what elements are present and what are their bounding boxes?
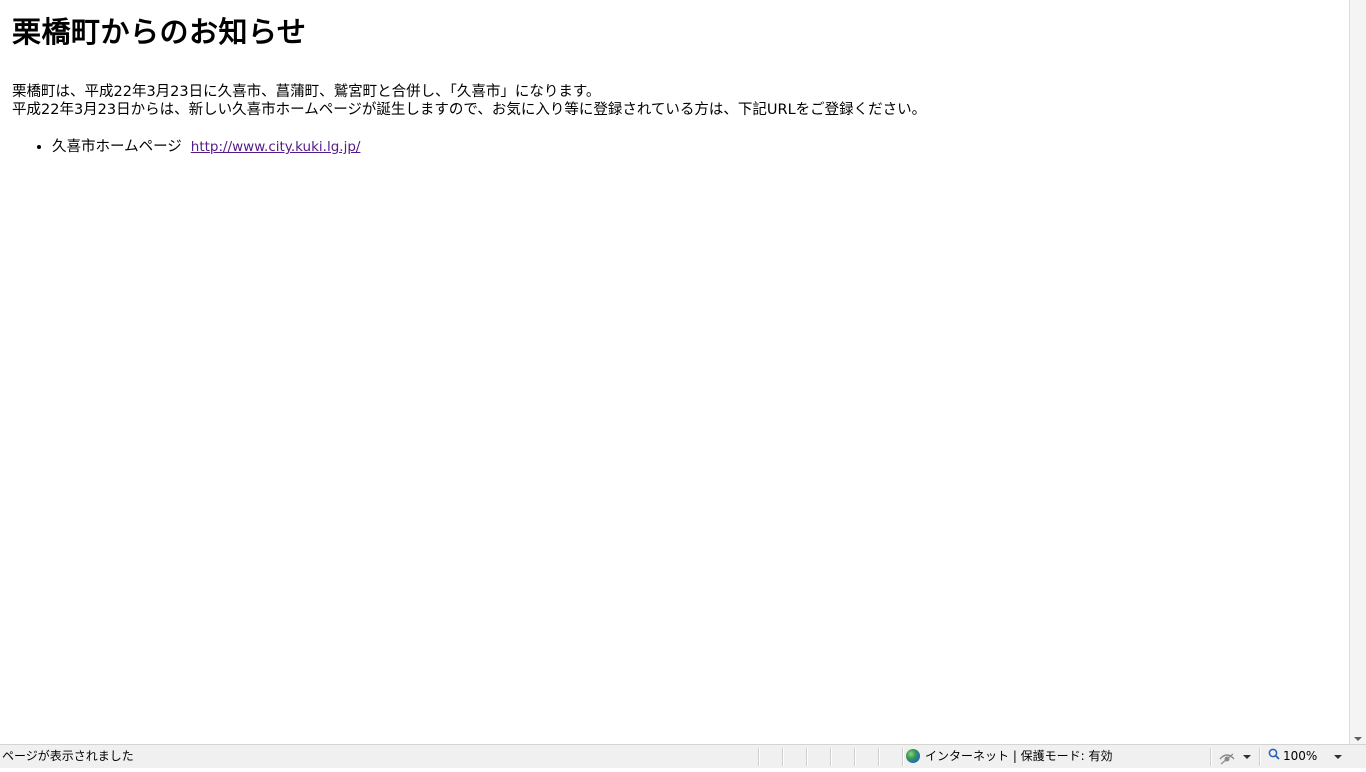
list-item: 久喜市ホームページ http://www.city.kuki.lg.jp/ <box>52 138 1337 156</box>
notice-line-1: 栗橋町は、平成22年3月23日に久喜市、菖蒲町、鷲宮町と合併し、「久喜市」になり… <box>12 84 601 100</box>
page-title: 栗橋町からのお知らせ <box>12 15 307 49</box>
globe-icon <box>906 749 920 763</box>
zoom-magnifier-icon <box>1268 745 1280 767</box>
status-separator <box>902 748 904 766</box>
privacy-eye-icon <box>1219 750 1235 772</box>
status-separator <box>806 748 808 766</box>
status-separator <box>854 748 856 766</box>
status-separator <box>1259 748 1261 766</box>
page-body: 栗橋町からのお知らせ 栗橋町は、平成22年3月23日に久喜市、菖蒲町、鷲宮町と合… <box>0 13 1349 156</box>
chevron-down-icon[interactable] <box>1243 755 1251 759</box>
security-zone-indicator[interactable]: インターネット | 保護モード: 有効 <box>906 745 1113 767</box>
status-separator <box>1210 748 1212 766</box>
browser-content-area: 栗橋町からのお知らせ 栗橋町は、平成22年3月23日に久喜市、菖蒲町、鷲宮町と合… <box>0 0 1349 744</box>
zoom-dropdown-chevron-icon[interactable] <box>1334 755 1342 759</box>
status-separator <box>830 748 832 766</box>
status-separator <box>782 748 784 766</box>
status-text: ページが表示されました <box>2 749 134 763</box>
link-label: 久喜市ホームページ <box>52 139 182 155</box>
scroll-down-arrow-icon[interactable] <box>1354 737 1362 741</box>
privacy-report-button[interactable] <box>1219 745 1255 767</box>
zoom-level-control[interactable]: 100% <box>1268 745 1317 767</box>
link-list: 久喜市ホームページ http://www.city.kuki.lg.jp/ <box>12 138 1337 156</box>
status-separator <box>878 748 880 766</box>
notice-line-2: 平成22年3月23日からは、新しい久喜市ホームページが誕生しますので、お気に入り… <box>12 102 927 118</box>
zoom-level-text: 100% <box>1283 749 1318 763</box>
status-separator <box>758 748 760 766</box>
notice-text: 栗橋町は、平成22年3月23日に久喜市、菖蒲町、鷲宮町と合併し、「久喜市」になり… <box>12 83 1337 119</box>
vertical-scrollbar[interactable] <box>1349 0 1366 744</box>
kuki-city-homepage-link[interactable]: http://www.city.kuki.lg.jp/ <box>191 139 361 155</box>
status-bar: ページが表示されました インターネット | 保護モード: 有効 100% <box>0 744 1366 768</box>
zone-text: インターネット | 保護モード: 有効 <box>925 749 1113 763</box>
